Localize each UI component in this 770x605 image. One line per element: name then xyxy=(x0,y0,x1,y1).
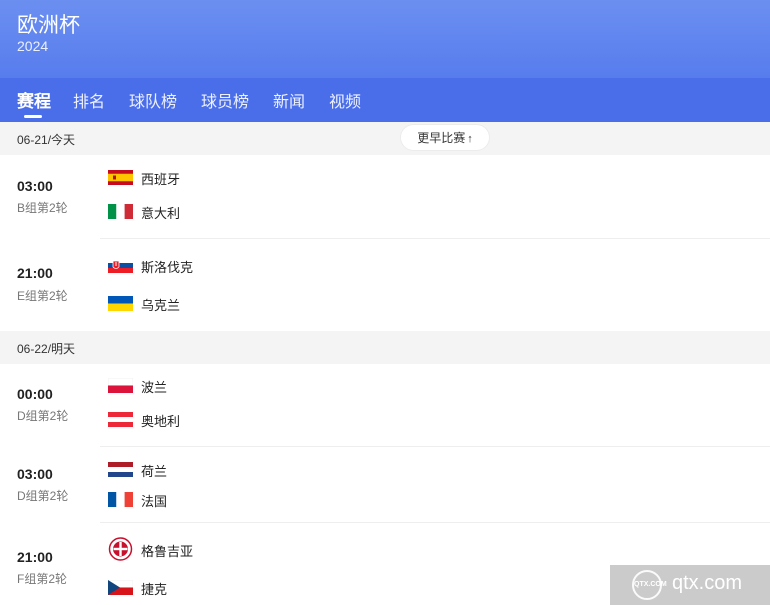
earlier-matches-button[interactable]: 更早比赛 ↑ xyxy=(400,124,490,151)
team-name: 法国 xyxy=(141,494,168,509)
earlier-matches-label: 更早比赛 xyxy=(417,131,466,145)
date-header: 06-21/今天 更早比赛 ↑ xyxy=(0,122,770,155)
active-tab-indicator xyxy=(24,115,42,118)
team-name: 斯洛伐克 xyxy=(141,260,194,275)
austria-flag-icon xyxy=(108,412,133,427)
match-round: B组第2轮 xyxy=(17,201,68,215)
match-row[interactable]: 00:00 D组第2轮 波兰 奥地利 xyxy=(0,364,770,446)
season-year: 2024 xyxy=(17,38,49,54)
tab-bar: 赛程 排名 球队榜 球员榜 新闻 视频 xyxy=(0,78,770,122)
chevron-up-icon: ↑ xyxy=(467,133,473,145)
netherlands-flag-icon xyxy=(108,462,133,477)
site-watermark: QTX.COM qtx.com xyxy=(610,565,770,605)
team-name: 格鲁吉亚 xyxy=(141,544,194,559)
italy-flag-icon xyxy=(108,204,133,219)
match-time: 03:00 xyxy=(17,178,53,194)
team-name: 捷克 xyxy=(141,582,168,597)
ukraine-flag-icon xyxy=(108,296,133,311)
watermark-text: qtx.com xyxy=(672,572,743,594)
match-round: D组第2轮 xyxy=(17,409,69,423)
france-flag-icon xyxy=(108,492,133,507)
app-header: 欧洲杯 2024 赛程 排名 球队榜 球员榜 新闻 视频 xyxy=(0,0,770,122)
team-name: 波兰 xyxy=(141,380,168,395)
czech-flag-icon xyxy=(108,580,133,595)
tab-team-stats[interactable]: 球队榜 xyxy=(129,88,177,112)
tab-rankings[interactable]: 排名 xyxy=(73,88,105,112)
match-time: 00:00 xyxy=(17,386,53,402)
match-round: F组第2轮 xyxy=(17,572,68,586)
tab-player-stats[interactable]: 球员榜 xyxy=(201,88,249,112)
team-name: 意大利 xyxy=(141,206,181,221)
watermark-logo-icon: QTX.COM xyxy=(632,570,667,600)
date-label: 06-22/明天 xyxy=(17,342,76,356)
slovakia-flag-icon xyxy=(108,258,133,273)
spain-flag-icon xyxy=(108,170,133,185)
date-header: 06-22/明天 xyxy=(0,331,770,364)
match-row[interactable]: 21:00 E组第2轮 斯洛伐克 乌克兰 xyxy=(0,239,770,331)
match-time: 21:00 xyxy=(17,265,53,281)
team-name: 乌克兰 xyxy=(141,298,181,313)
match-round: D组第2轮 xyxy=(17,489,69,503)
tab-schedule[interactable]: 赛程 xyxy=(17,87,51,112)
tab-news[interactable]: 新闻 xyxy=(273,88,305,112)
match-row[interactable]: 03:00 D组第2轮 荷兰 法国 xyxy=(0,447,770,522)
team-name: 奥地利 xyxy=(141,414,181,429)
team-name: 荷兰 xyxy=(141,464,168,479)
page-title: 欧洲杯 xyxy=(17,14,80,37)
poland-flag-icon xyxy=(108,378,133,393)
match-time: 21:00 xyxy=(17,549,53,565)
match-row[interactable]: 03:00 B组第2轮 西班牙 意大利 xyxy=(0,155,770,238)
team-name: 西班牙 xyxy=(141,172,181,187)
match-round: E组第2轮 xyxy=(17,289,68,303)
match-time: 03:00 xyxy=(17,466,53,482)
georgia-federation-logo-icon xyxy=(108,537,133,561)
tab-videos[interactable]: 视频 xyxy=(329,88,361,112)
date-label: 06-21/今天 xyxy=(17,133,76,147)
